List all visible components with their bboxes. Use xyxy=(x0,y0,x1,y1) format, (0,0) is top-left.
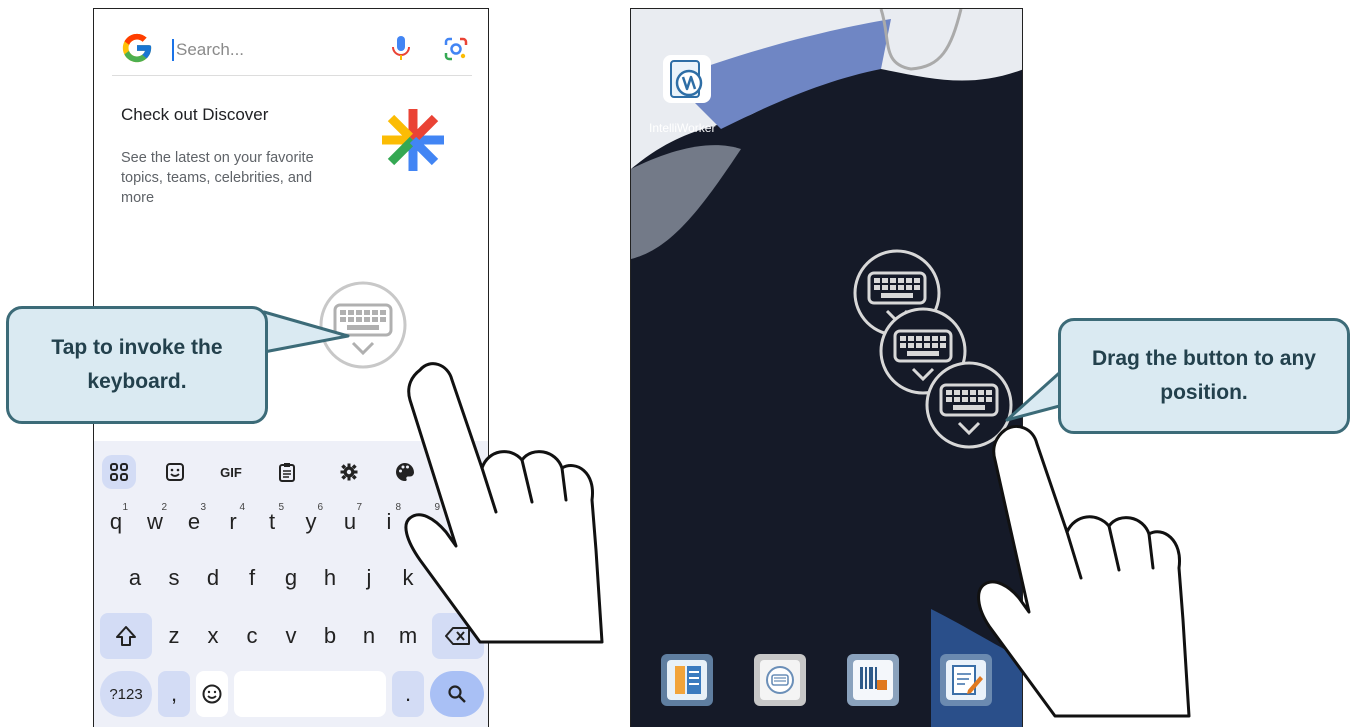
app-label: IntelliWorker xyxy=(649,121,716,135)
key-q[interactable]: q1 xyxy=(98,499,134,545)
search-icon xyxy=(448,685,466,703)
key-s[interactable]: s xyxy=(156,555,192,601)
tap-to-invoke-callout: Tap to invoke the keyboard. xyxy=(6,306,268,424)
dock-app-icon-1[interactable] xyxy=(661,654,713,706)
key-d[interactable]: d xyxy=(195,555,231,601)
key-b[interactable]: b xyxy=(312,613,348,659)
gear-icon[interactable] xyxy=(332,455,366,489)
pointing-hand-icon xyxy=(404,362,604,644)
key-x[interactable]: x xyxy=(195,613,231,659)
key-v[interactable]: v xyxy=(273,613,309,659)
discover-description: See the latest on your favorite topics, … xyxy=(121,150,314,206)
sticker-icon[interactable] xyxy=(158,455,192,489)
key-a[interactable]: a xyxy=(117,555,153,601)
key-w[interactable]: w2 xyxy=(137,499,173,545)
gif-button[interactable]: GIF xyxy=(214,455,248,489)
search-key[interactable] xyxy=(430,671,484,717)
search-divider xyxy=(112,75,472,76)
clipboard-icon[interactable] xyxy=(270,455,304,489)
apps-grid-icon[interactable] xyxy=(102,455,136,489)
space-key[interactable] xyxy=(234,671,386,717)
google-search-bar[interactable] xyxy=(112,23,472,75)
intelliworker-app-icon[interactable] xyxy=(663,55,711,103)
mic-icon[interactable] xyxy=(388,33,414,63)
discover-title: Check out Discover xyxy=(121,105,269,124)
emoji-icon xyxy=(202,684,222,704)
drag-button-callout: Drag the button to any position. xyxy=(1058,318,1350,434)
key-u[interactable]: u7 xyxy=(332,499,368,545)
key-c[interactable]: c xyxy=(234,613,270,659)
key-t[interactable]: t5 xyxy=(254,499,290,545)
key-h[interactable]: h xyxy=(312,555,348,601)
comma-key[interactable]: , xyxy=(158,671,190,717)
dock-app-icon-3[interactable] xyxy=(847,654,899,706)
search-input[interactable] xyxy=(176,37,396,63)
emoji-key[interactable] xyxy=(196,671,228,717)
key-g[interactable]: g xyxy=(273,555,309,601)
google-logo-icon xyxy=(120,31,154,65)
key-r[interactable]: r4 xyxy=(215,499,251,545)
key-f[interactable]: f xyxy=(234,555,270,601)
text-cursor xyxy=(172,39,174,61)
discover-asterisk-icon xyxy=(378,105,448,175)
key-z[interactable]: z xyxy=(156,613,192,659)
shift-key[interactable] xyxy=(100,613,152,659)
period-key[interactable]: . xyxy=(392,671,424,717)
left-callout-pointer xyxy=(262,310,350,354)
dock-app-icon-2[interactable] xyxy=(754,654,806,706)
shift-icon xyxy=(116,626,136,646)
pointing-hand-icon xyxy=(977,425,1191,718)
key-y[interactable]: y6 xyxy=(293,499,329,545)
key-e[interactable]: e3 xyxy=(176,499,212,545)
numbers-key[interactable]: ?123 xyxy=(100,671,152,717)
lens-icon[interactable] xyxy=(442,35,470,63)
